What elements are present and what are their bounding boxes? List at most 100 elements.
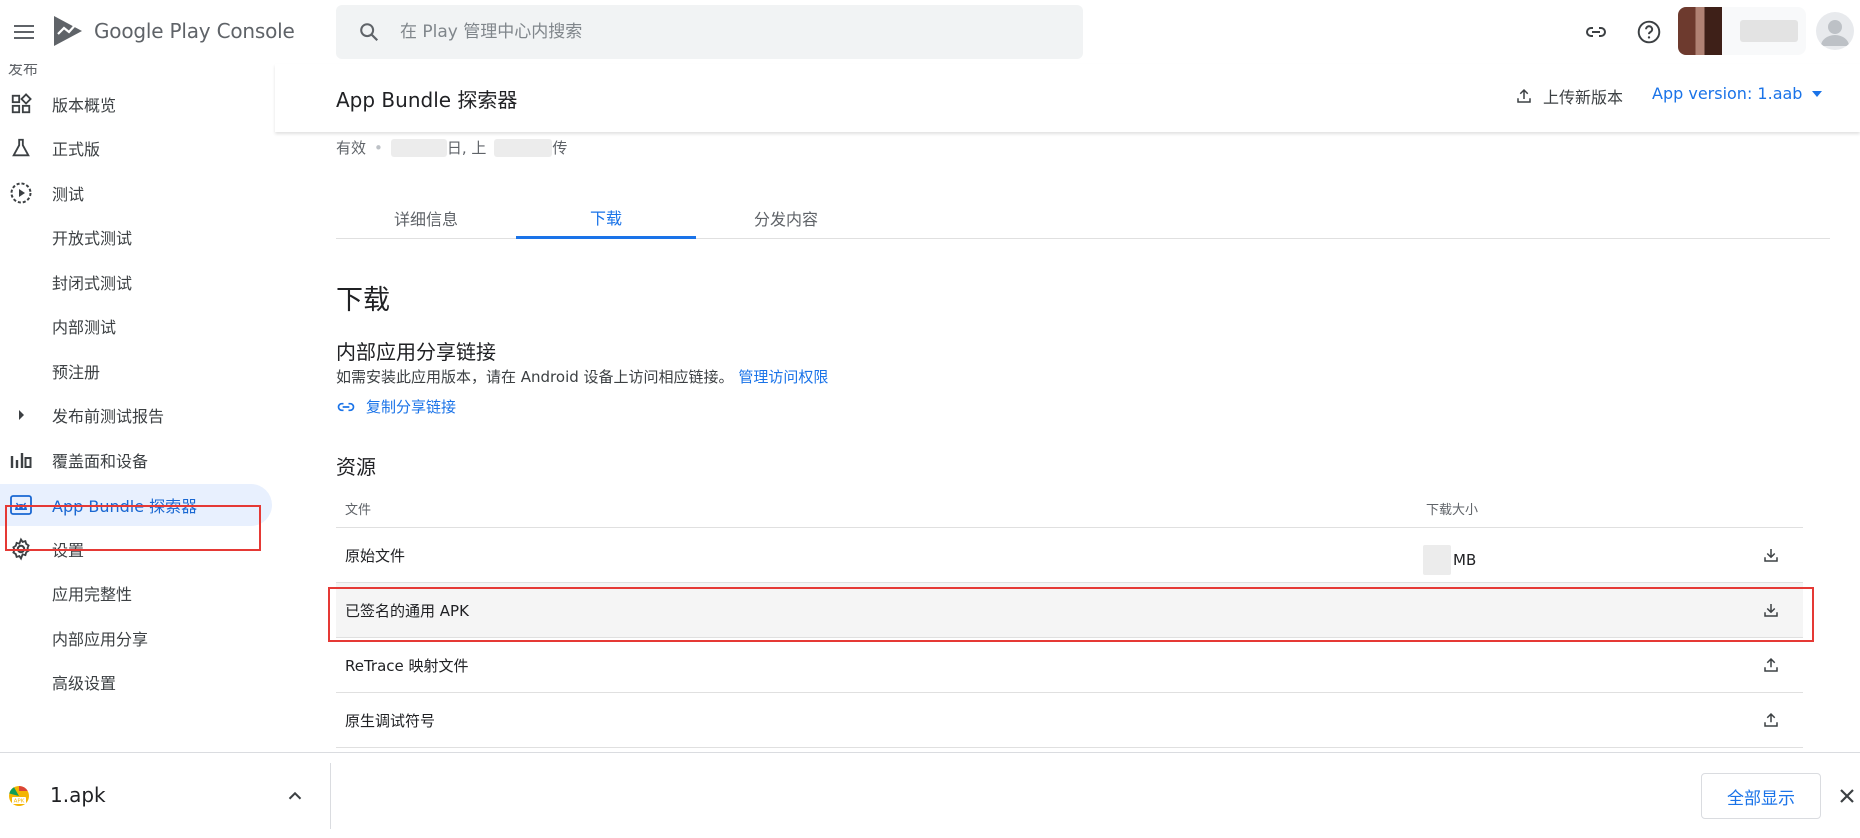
sidebar-item-label: 内部测试 <box>52 318 117 337</box>
search-bar[interactable] <box>336 5 1083 59</box>
sidebar-item-label: 测试 <box>52 185 85 204</box>
redacted-date <box>390 138 447 157</box>
downloaded-file-name: 1.apk <box>50 783 106 807</box>
download-item[interactable]: APK 1.apk <box>0 753 330 837</box>
table-row-native-debug-symbols: 原生调试符号 <box>336 693 1803 748</box>
account-avatar <box>1678 7 1722 55</box>
redacted-date <box>494 138 553 157</box>
status-fragment-2: 传 <box>552 139 568 157</box>
sidebar-item-label: 高级设置 <box>52 674 117 693</box>
download-icon[interactable] <box>1759 598 1783 622</box>
sidebar-item-label: 正式版 <box>52 140 101 159</box>
sidebar-item-advanced-settings[interactable]: 高级设置 <box>0 661 272 703</box>
column-header-file: 文件 <box>345 503 372 518</box>
search-icon <box>360 23 379 42</box>
table-row-retrace-mapping: ReTrace 映射文件 <box>336 638 1803 693</box>
chevron-up-icon[interactable] <box>284 785 306 807</box>
show-all-button[interactable]: 全部显示 <box>1701 773 1821 819</box>
internal-sharing-description: 如需安装此应用版本，请在 Android 设备上访问相应链接。 管理访问权限 <box>336 368 829 386</box>
sidebar-item-label: 设置 <box>52 541 85 560</box>
play-console-logo-icon <box>54 16 82 46</box>
tab-downloads[interactable]: 下载 <box>516 197 696 239</box>
sidebar-item-label: 版本概览 <box>52 96 117 115</box>
manage-access-link[interactable]: 管理访问权限 <box>738 368 828 386</box>
help-icon[interactable] <box>1634 17 1664 47</box>
link-icon[interactable] <box>1581 17 1611 47</box>
resources-table: 文件 下载大小 原始文件 MB 已签名的通用 APK ReTrace 映射文件 … <box>336 490 1803 748</box>
upload-new-version-button[interactable]: 上传新版本 <box>1515 84 1623 108</box>
sidebar-item-app-integrity[interactable]: 应用完整性 <box>0 572 272 614</box>
sidebar-item-pre-registration[interactable]: 预注册 <box>0 350 272 392</box>
sidebar-item-label: App Bundle 探索器 <box>52 497 198 516</box>
download-shelf: APK 1.apk 全部显示 <box>0 752 1860 838</box>
sidebar-item-testing[interactable]: 测试 <box>0 172 272 214</box>
upload-new-version-label: 上传新版本 <box>1543 88 1624 107</box>
tab-bar: 详细信息 下载 分发内容 <box>336 197 1830 239</box>
file-name-cell: 原生调试符号 <box>345 712 436 730</box>
upload-icon <box>1517 88 1531 103</box>
page-title: App Bundle 探索器 <box>336 88 518 112</box>
sidebar-item-pre-launch-report[interactable]: 发布前测试报告 <box>0 394 272 436</box>
app-version-label: App version: 1.aab <box>1652 84 1803 103</box>
flask-icon <box>9 136 33 160</box>
page-header: App Bundle 探索器 上传新版本 App version: 1.aab <box>275 64 1860 132</box>
account-name-redacted <box>1740 20 1798 42</box>
file-name-cell: 已签名的通用 APK <box>345 602 469 620</box>
table-header: 文件 下载大小 <box>336 490 1803 528</box>
status-separator-dot: • <box>374 138 383 157</box>
search-input[interactable] <box>400 22 1040 42</box>
sidebar-item-release-overview[interactable]: 版本概览 <box>0 83 272 125</box>
file-name-cell: 原始文件 <box>345 547 406 565</box>
android-icon <box>9 493 33 517</box>
download-icon[interactable] <box>1759 543 1783 567</box>
shelf-separator <box>330 763 331 829</box>
sidebar-item-production[interactable]: 正式版 <box>0 127 272 169</box>
sidebar-item-label: 封闭式测试 <box>52 274 133 293</box>
dashboard-icon <box>9 92 33 116</box>
file-name-cell: ReTrace 映射文件 <box>345 657 469 675</box>
tab-details[interactable]: 详细信息 <box>336 197 516 239</box>
bundle-status-line: 有效 • 日, 上 传 <box>336 137 567 158</box>
logo-text: Google Play Console <box>94 19 295 43</box>
upload-icon[interactable] <box>1759 653 1783 677</box>
sidebar-item-settings[interactable]: 设置 <box>0 528 272 570</box>
profile-avatar-icon[interactable] <box>1816 12 1854 50</box>
copy-share-link-label: 复制分享链接 <box>366 398 457 416</box>
hamburger-menu-icon[interactable] <box>6 14 42 50</box>
play-console-logo[interactable]: Google Play Console <box>52 14 295 48</box>
upload-icon[interactable] <box>1759 708 1783 732</box>
caret-down-icon <box>1812 90 1823 97</box>
tab-delivery[interactable]: 分发内容 <box>696 197 876 239</box>
status-state: 有效 <box>336 139 367 157</box>
sidebar-item-app-bundle-explorer[interactable]: App Bundle 探索器 <box>0 484 272 526</box>
copy-share-link-button[interactable]: 复制分享链接 <box>336 396 456 417</box>
account-chip[interactable] <box>1678 7 1806 55</box>
resources-heading: 资源 <box>336 455 376 479</box>
status-fragment-1: 日, 上 <box>446 139 487 157</box>
sidebar-item-open-testing[interactable]: 开放式测试 <box>0 216 272 258</box>
table-row-original-file: 原始文件 MB <box>336 528 1803 583</box>
app-version-dropdown[interactable]: App version: 1.aab <box>1652 84 1823 103</box>
top-bar: Google Play Console <box>0 0 1860 64</box>
sidebar-item-reach-devices[interactable]: 覆盖面和设备 <box>0 439 272 481</box>
sidebar-item-closed-testing[interactable]: 封闭式测试 <box>0 261 272 303</box>
close-icon[interactable] <box>1835 784 1859 808</box>
internal-sharing-heading: 内部应用分享链接 <box>336 340 496 364</box>
sidebar-item-label: 覆盖面和设备 <box>52 452 149 471</box>
table-row-signed-universal-apk[interactable]: 已签名的通用 APK <box>336 583 1803 638</box>
downloads-heading: 下载 <box>336 285 390 316</box>
play-circle-icon <box>9 181 33 205</box>
sidebar-item-label: 发布前测试报告 <box>52 407 165 426</box>
expand-arrow-icon[interactable] <box>9 403 33 427</box>
apk-file-icon: APK <box>9 785 29 806</box>
sidebar-item-label: 内部应用分享 <box>52 630 149 649</box>
file-size-cell: MB <box>1423 545 1476 575</box>
gear-icon <box>9 537 33 561</box>
sidebar-item-label: 开放式测试 <box>52 229 133 248</box>
column-header-size: 下载大小 <box>1426 503 1479 518</box>
sidebar-item-label: 应用完整性 <box>52 585 133 604</box>
sidebar-item-internal-app-sharing[interactable]: 内部应用分享 <box>0 617 272 659</box>
sidebar-item-label: 预注册 <box>52 363 101 382</box>
link-icon <box>337 402 355 411</box>
sidebar-item-internal-testing[interactable]: 内部测试 <box>0 305 272 347</box>
